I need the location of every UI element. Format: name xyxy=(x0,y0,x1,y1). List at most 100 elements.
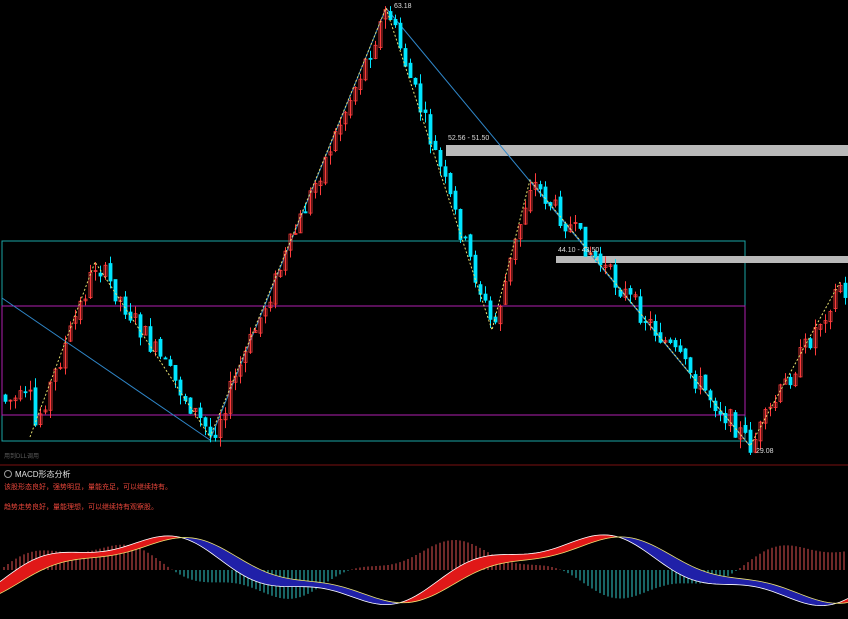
candle xyxy=(193,407,198,418)
macd-fill-segment xyxy=(479,556,485,571)
macd-fill-segment xyxy=(267,572,273,586)
candle xyxy=(658,322,663,344)
candle xyxy=(238,356,243,384)
macd-fill-segment xyxy=(91,551,97,559)
macd-fill-segment xyxy=(715,574,721,585)
candle xyxy=(168,355,173,367)
candle-body xyxy=(178,379,183,396)
candle xyxy=(393,14,398,28)
macd-fill-segment xyxy=(67,552,73,562)
macd-fill-segment xyxy=(75,552,81,560)
macd-fill-segment xyxy=(511,554,517,562)
candle-body xyxy=(438,150,443,167)
candle xyxy=(463,235,468,241)
candle-body xyxy=(638,296,643,323)
candle-body xyxy=(628,288,633,295)
candle-body xyxy=(188,397,193,414)
candle xyxy=(698,367,703,395)
macd-fill-segment xyxy=(35,556,41,574)
candle xyxy=(58,362,63,370)
candle xyxy=(438,147,443,176)
candle xyxy=(838,282,843,294)
candle xyxy=(328,145,333,165)
candle xyxy=(488,296,493,329)
inner-channel-box xyxy=(1,305,746,416)
candle xyxy=(163,356,168,360)
macd-fill-segment xyxy=(531,552,537,560)
macd-fill-segment xyxy=(307,580,313,588)
macd-fill-segment xyxy=(747,579,753,587)
candle xyxy=(678,338,683,354)
macd-fill-segment xyxy=(475,557,481,573)
macd-fill-segment xyxy=(467,559,473,577)
candle xyxy=(98,265,103,283)
candle-body xyxy=(3,394,8,402)
candle xyxy=(373,40,378,60)
candle xyxy=(468,233,473,261)
indicator-toggle-icon[interactable] xyxy=(4,470,12,478)
candle xyxy=(518,224,523,247)
candle xyxy=(548,201,553,211)
candle-body xyxy=(718,410,723,415)
candle xyxy=(528,181,533,214)
macd-fill-segment xyxy=(315,581,321,589)
macd-fill-segment xyxy=(727,576,733,585)
macd-fill-segment xyxy=(735,577,741,586)
candle xyxy=(333,128,338,153)
macd-fill-segment xyxy=(251,565,257,582)
macd-fill-segment xyxy=(255,567,261,584)
candle xyxy=(778,383,783,404)
macd-fill-segment xyxy=(279,576,285,587)
macd-panel-title[interactable]: MACD形态分析 xyxy=(4,469,71,480)
candlestick-series[interactable] xyxy=(3,6,848,455)
candle xyxy=(578,223,583,231)
candle xyxy=(638,289,643,325)
candle-body xyxy=(578,223,583,229)
candle xyxy=(493,312,498,325)
candle xyxy=(843,276,848,305)
macd-fill-segment xyxy=(483,555,489,570)
macd-fill-segment xyxy=(703,570,709,584)
candle-body xyxy=(788,376,793,386)
macd-panel[interactable] xyxy=(0,534,848,606)
high-price-label: 63.18 xyxy=(394,3,412,10)
candle-body xyxy=(713,400,718,412)
macd-fill-segment xyxy=(455,565,461,584)
candle xyxy=(18,385,23,402)
macd-fill-segment xyxy=(87,552,93,559)
candle-body xyxy=(423,109,428,113)
candle xyxy=(823,314,828,333)
macd-fill-segment xyxy=(683,561,689,579)
candle xyxy=(673,337,678,352)
macd-fill-segment xyxy=(83,552,89,559)
macd-fill-segment xyxy=(291,578,297,587)
candle xyxy=(208,418,213,443)
candle xyxy=(3,393,8,404)
macd-fill-segment xyxy=(491,554,497,567)
candle xyxy=(748,422,753,455)
candle xyxy=(633,291,638,301)
macd-fill-segment xyxy=(55,552,61,565)
candle xyxy=(743,417,748,434)
macd-title-text: MACD形态分析 xyxy=(15,470,71,479)
macd-fill-segment xyxy=(707,572,713,585)
macd-fill-segment xyxy=(695,567,701,583)
candle-body xyxy=(398,22,403,49)
candle xyxy=(143,325,148,336)
macd-fill-segment xyxy=(47,553,53,568)
macd-fill-segment xyxy=(471,558,477,575)
macd-fill-segment xyxy=(463,561,469,579)
candle-body xyxy=(538,184,543,190)
macd-fill-segment xyxy=(743,578,749,586)
candle xyxy=(523,200,528,225)
candle xyxy=(828,309,833,330)
candle xyxy=(423,101,428,123)
candle xyxy=(113,279,118,305)
candle-body xyxy=(108,263,113,282)
macd-fill-segment xyxy=(459,563,465,582)
macd-fill-segment xyxy=(263,570,269,586)
candle-body xyxy=(673,340,678,348)
candle-body xyxy=(468,234,473,257)
macd-fill-segment xyxy=(283,577,289,587)
macd-fill-segment xyxy=(31,558,37,576)
